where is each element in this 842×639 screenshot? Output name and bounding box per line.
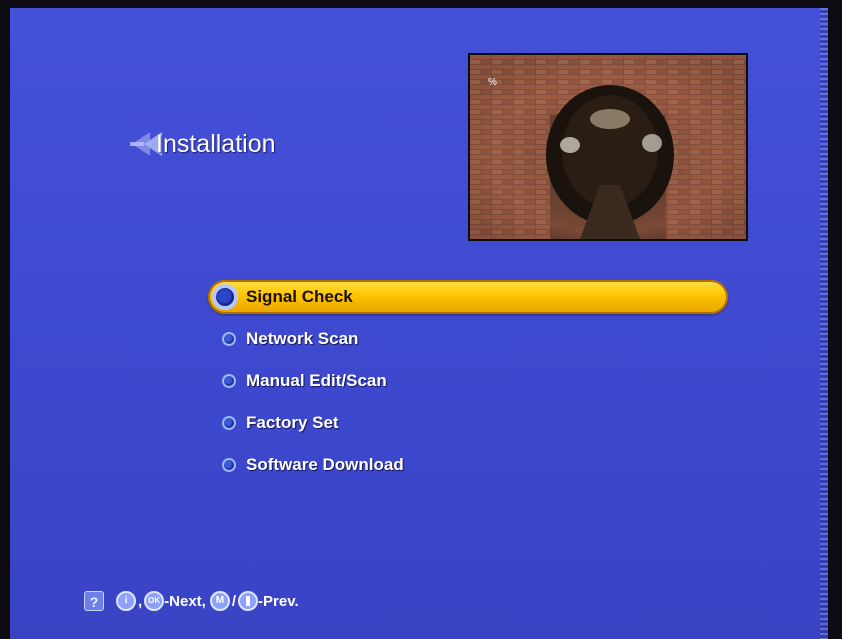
bullet-icon xyxy=(222,374,236,388)
key-hint-bar: ? i , OK -Next, M / -Prev. xyxy=(84,590,299,612)
menu-item-label: Signal Check xyxy=(246,287,353,306)
menu-item-label: Manual Edit/Scan xyxy=(246,371,387,390)
page-title: Installation xyxy=(156,130,276,158)
menu-item-signal-check[interactable]: Signal Check xyxy=(208,280,728,314)
bullet-icon xyxy=(222,458,236,472)
menu-item-manual-edit-scan[interactable]: Manual Edit/Scan xyxy=(208,360,728,402)
help-icon: ? xyxy=(84,591,104,611)
next-hint: -Next, xyxy=(164,592,206,610)
menu-item-label: Network Scan xyxy=(246,329,359,348)
bullet-icon xyxy=(212,284,238,310)
menu-item-label: Software Download xyxy=(246,455,404,474)
back-arrow-icon xyxy=(246,596,251,606)
menu-item-label: Factory Set xyxy=(246,413,339,432)
menu-key-icon: M xyxy=(209,591,230,611)
menu-item-software-download[interactable]: Software Download xyxy=(208,444,728,486)
hint-separator: , xyxy=(138,592,143,610)
prev-hint: -Prev. xyxy=(258,592,299,610)
svg-text:%: % xyxy=(488,77,497,88)
back-key-icon xyxy=(238,591,259,611)
tv-screen: Installation % Signal Check Network Scan… xyxy=(10,8,828,639)
info-key-icon: i xyxy=(116,591,136,611)
menu-item-factory-set[interactable]: Factory Set xyxy=(208,402,728,444)
installation-menu: Signal Check Network Scan Manual Edit/Sc… xyxy=(208,280,728,486)
menu-item-network-scan[interactable]: Network Scan xyxy=(208,318,728,360)
ok-key-icon: OK xyxy=(144,591,165,611)
live-tv-preview: % xyxy=(468,53,748,241)
bullet-icon xyxy=(222,332,236,346)
bullet-icon xyxy=(222,416,236,430)
hint-separator: / xyxy=(231,592,237,610)
